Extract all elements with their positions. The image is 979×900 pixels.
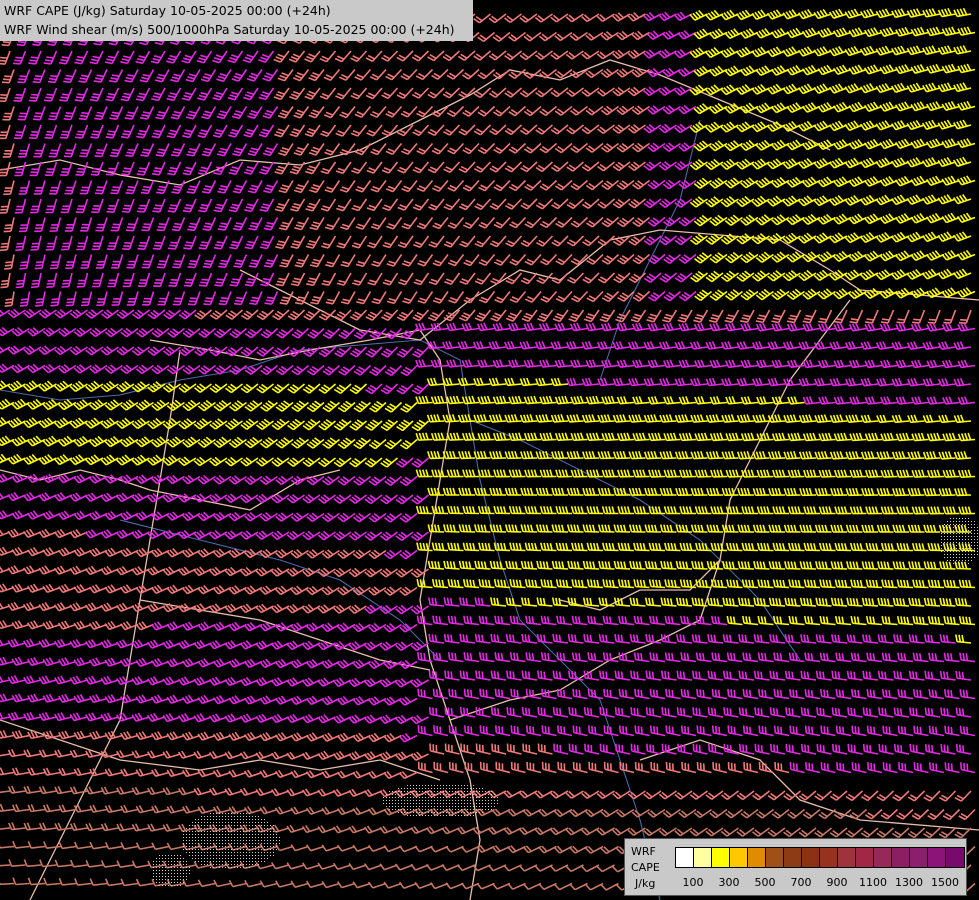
legend-swatch [892, 848, 910, 867]
legend-swatch [874, 848, 892, 867]
legend-swatch [694, 848, 712, 867]
legend-swatch [820, 848, 838, 867]
legend-tick-label: 700 [790, 876, 812, 889]
legend-tick-label: 500 [754, 876, 776, 889]
legend-color-scale [675, 847, 965, 868]
legend-swatch [748, 848, 766, 867]
legend-swatch [766, 848, 784, 867]
legend-tick-label: 900 [826, 876, 848, 889]
legend-tick-label: 1500 [931, 876, 959, 889]
weather-map [0, 0, 979, 900]
cape-title: WRF CAPE (J/kg) Saturday 10-05-2025 00:0… [4, 3, 331, 18]
legend-swatch [784, 848, 802, 867]
legend-variable-label: CAPE [631, 861, 660, 874]
legend-swatch [910, 848, 928, 867]
legend-swatch [802, 848, 820, 867]
legend-swatch [838, 848, 856, 867]
legend-unit-label: J/kg [635, 877, 656, 890]
legend-tick-label: 1100 [859, 876, 887, 889]
cape-legend: WRF CAPE J/kg 100 300 500 700 900 1100 1300 150… [624, 838, 967, 896]
map-background [0, 0, 979, 900]
legend-swatch [712, 848, 730, 867]
map-title-box: WRF CAPE (J/kg) Saturday 10-05-2025 00:0… [0, 0, 473, 41]
legend-swatch [856, 848, 874, 867]
legend-swatch [928, 848, 946, 867]
legend-tick-label: 100 [682, 876, 704, 889]
legend-tick-label: 300 [718, 876, 740, 889]
legend-swatch [730, 848, 748, 867]
legend-swatch [946, 848, 964, 867]
legend-swatch [676, 848, 694, 867]
wind-shear-title: WRF Wind shear (m/s) 500/1000hPa Saturda… [4, 22, 455, 37]
legend-tick-label: 1300 [895, 876, 923, 889]
legend-model-label: WRF [631, 845, 656, 858]
